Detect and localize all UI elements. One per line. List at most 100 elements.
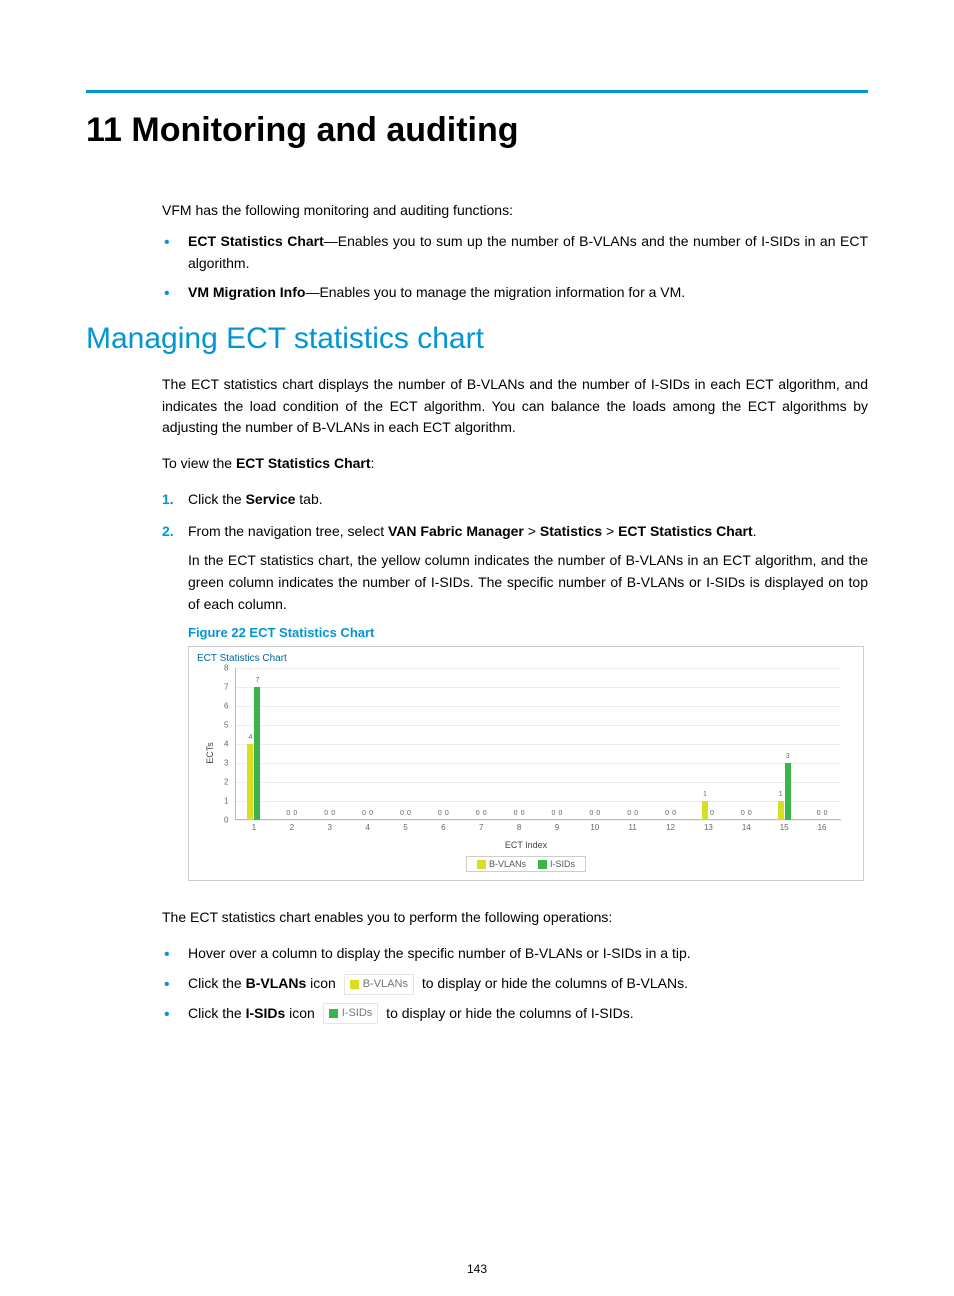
bar-group: 0014 xyxy=(727,668,765,820)
swatch-green-icon xyxy=(329,1009,338,1018)
step-note: In the ECT statistics chart, the yellow … xyxy=(188,550,868,615)
bar-value-label: 0 xyxy=(521,810,525,817)
x-tick-label: 2 xyxy=(290,823,294,832)
step-number: 1. xyxy=(162,489,174,511)
bar-value-label: 0 xyxy=(286,810,290,817)
text: icon xyxy=(306,975,339,991)
x-tick-label: 12 xyxy=(666,823,675,832)
chart-bars: 4710020030040050060070080090010001100121… xyxy=(235,668,841,820)
bar-value-label: 0 xyxy=(558,810,562,817)
text: Click the xyxy=(188,975,246,991)
step-item: 1. Click the Service tab. xyxy=(162,489,868,511)
text: to display or hide the columns of B-VLAN… xyxy=(418,975,688,991)
x-axis-label: ECT Index xyxy=(197,840,855,850)
bar-value-label: 0 xyxy=(665,810,669,817)
text: to display or hide the columns of I-SIDs… xyxy=(382,1005,633,1021)
legend-label: B-VLANs xyxy=(489,859,526,869)
bar-bvlans[interactable]: 1 xyxy=(702,801,708,820)
top-rule xyxy=(86,90,868,93)
list-item: Hover over a column to display the speci… xyxy=(162,943,868,965)
bar-group: 0012 xyxy=(652,668,690,820)
chart-title: ECT Statistics Chart xyxy=(197,653,855,664)
x-tick-label: 7 xyxy=(479,823,483,832)
chart-plot-area: ECTs 012345678 4710020030040050060070080… xyxy=(221,668,841,838)
list-item: Click the B-VLANs icon B-VLANs to displa… xyxy=(162,973,868,995)
bar-group: 006 xyxy=(424,668,462,820)
x-tick-label: 9 xyxy=(555,823,559,832)
text: > xyxy=(602,523,618,539)
text-bold: I-SIDs xyxy=(246,1005,286,1021)
section-title: Managing ECT statistics chart xyxy=(86,322,868,356)
x-tick-label: 8 xyxy=(517,823,521,832)
bar-value-label: 0 xyxy=(627,810,631,817)
paragraph: To view the ECT Statistics Chart: xyxy=(162,453,868,475)
bar-group: 471 xyxy=(235,668,273,820)
step-item: 2. From the navigation tree, select VAN … xyxy=(162,521,868,616)
legend-item-isids[interactable]: I-SIDs xyxy=(538,859,575,869)
text: Click the xyxy=(188,491,246,507)
swatch-green-icon xyxy=(538,860,547,869)
bar-group: 0010 xyxy=(576,668,614,820)
bar-group: 005 xyxy=(387,668,425,820)
bar-value-label: 0 xyxy=(324,810,328,817)
bar-group: 0016 xyxy=(803,668,841,820)
chart-legend: B-VLANs I-SIDs xyxy=(197,856,855,872)
text: icon xyxy=(285,1005,318,1021)
text: Click the xyxy=(188,1005,246,1021)
bar-value-label: 1 xyxy=(703,791,707,798)
bar-group: 002 xyxy=(273,668,311,820)
step-number: 2. xyxy=(162,521,174,543)
bar-value-label: 0 xyxy=(748,810,752,817)
x-tick-label: 10 xyxy=(590,823,599,832)
bar-value-label: 0 xyxy=(672,810,676,817)
bar-value-label: 0 xyxy=(400,810,404,817)
list-item: Click the I-SIDs icon I-SIDs to display … xyxy=(162,1003,868,1025)
x-tick-label: 15 xyxy=(780,823,789,832)
bar-value-label: 0 xyxy=(407,810,411,817)
feature-desc: —Enables you to manage the migration inf… xyxy=(305,284,685,300)
x-tick-label: 5 xyxy=(403,823,407,832)
paragraph: The ECT statistics chart displays the nu… xyxy=(162,374,868,439)
icon-label: I-SIDs xyxy=(342,1005,373,1022)
bar-value-label: 3 xyxy=(786,753,790,760)
bar-group: 1013 xyxy=(690,668,728,820)
bar-group: 003 xyxy=(311,668,349,820)
swatch-yellow-icon xyxy=(477,860,486,869)
text: tab. xyxy=(295,491,322,507)
legend-item-bvlans[interactable]: B-VLANs xyxy=(477,859,526,869)
icon-label: B-VLANs xyxy=(363,976,408,993)
bar-value-label: 0 xyxy=(362,810,366,817)
bar-value-label: 0 xyxy=(741,810,745,817)
bar-value-label: 0 xyxy=(589,810,593,817)
bar-isids[interactable]: 3 xyxy=(785,763,791,820)
page-number: 143 xyxy=(0,1262,954,1276)
bar-group: 004 xyxy=(349,668,387,820)
bar-value-label: 4 xyxy=(248,734,252,741)
text: > xyxy=(524,523,540,539)
bar-bvlans[interactable]: 1 xyxy=(778,801,784,820)
isids-legend-icon[interactable]: I-SIDs xyxy=(323,1003,379,1024)
text-bold: B-VLANs xyxy=(246,975,307,991)
bvlans-legend-icon[interactable]: B-VLANs xyxy=(344,974,414,995)
text-bold: Statistics xyxy=(540,523,602,539)
bar-bvlans[interactable]: 4 xyxy=(247,744,253,820)
figure-title: Figure 22 ECT Statistics Chart xyxy=(188,625,868,640)
x-tick-label: 16 xyxy=(818,823,827,832)
bar-value-label: 0 xyxy=(483,810,487,817)
bar-value-label: 0 xyxy=(710,810,714,817)
bar-value-label: 0 xyxy=(817,810,821,817)
bar-value-label: 0 xyxy=(634,810,638,817)
bar-value-label: 0 xyxy=(331,810,335,817)
bar-value-label: 7 xyxy=(255,677,259,684)
bar-value-label: 0 xyxy=(293,810,297,817)
text: To view the xyxy=(162,455,236,471)
x-tick-label: 13 xyxy=(704,823,713,832)
intro-text: VFM has the following monitoring and aud… xyxy=(162,200,868,221)
chart-container: ECT Statistics Chart ECTs 012345678 4710… xyxy=(188,646,864,881)
bar-group: 008 xyxy=(500,668,538,820)
text: . xyxy=(753,523,757,539)
x-tick-label: 11 xyxy=(629,823,637,832)
feature-list: ECT Statistics Chart—Enables you to sum … xyxy=(162,231,868,304)
bar-isids[interactable]: 7 xyxy=(254,687,260,820)
text-bold: ECT Statistics Chart xyxy=(236,455,371,471)
